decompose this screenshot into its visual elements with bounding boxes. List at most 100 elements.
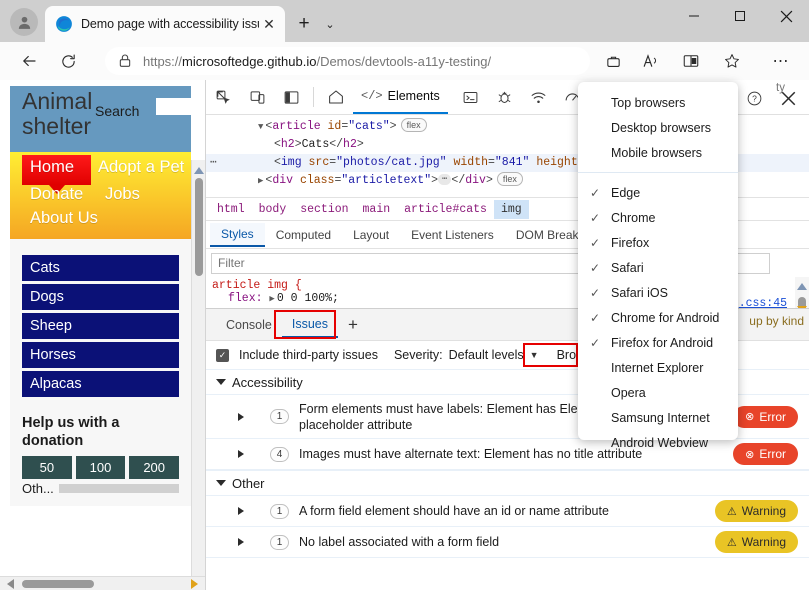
expand-triangle-icon[interactable]: [238, 450, 244, 458]
device-toolbar-icon[interactable]: [242, 82, 272, 112]
menu-item-safari[interactable]: ✓ Safari: [578, 255, 738, 280]
favorite-button[interactable]: [719, 48, 745, 74]
search-input[interactable]: [156, 98, 205, 115]
menu-item-edge[interactable]: ✓ Edge: [578, 180, 738, 205]
menu-item-android-webview[interactable]: Android Webview: [578, 430, 738, 455]
browser-menu-button[interactable]: ⋯: [768, 48, 794, 74]
collapsed-content-icon[interactable]: ⋯: [438, 174, 451, 185]
scroll-thumb-horizontal[interactable]: [22, 580, 94, 588]
dock-side-icon[interactable]: [276, 82, 306, 112]
back-button[interactable]: [16, 48, 42, 74]
nav-item-home[interactable]: Home: [30, 158, 74, 177]
home-icon[interactable]: [321, 82, 351, 112]
console-icon[interactable]: [456, 82, 486, 112]
window-close-button[interactable]: [763, 0, 809, 32]
drawer-right-icons: up by kind: [749, 314, 804, 328]
menu-item-samsung-internet[interactable]: Samsung Internet: [578, 405, 738, 430]
donation-amount-50[interactable]: 50: [22, 456, 72, 479]
scroll-thumb[interactable]: [195, 178, 203, 276]
category-item-horses[interactable]: Horses: [22, 342, 179, 368]
browser-tab[interactable]: Demo page with accessibility issu ✕: [45, 6, 285, 42]
scroll-up-icon[interactable]: [797, 280, 807, 290]
expand-triangle-icon[interactable]: [238, 413, 244, 421]
site-header: Animal shelter Search: [10, 86, 191, 152]
collections-button[interactable]: [600, 48, 626, 74]
profile-button[interactable]: [10, 8, 38, 36]
menu-item-safari-ios[interactable]: ✓ Safari iOS: [578, 280, 738, 305]
include-third-party-checkbox[interactable]: ✓: [216, 349, 229, 362]
category-list: Cats Dogs Sheep Horses Alpacas: [10, 239, 191, 397]
menu-item-firefox[interactable]: ✓ Firefox: [578, 230, 738, 255]
menu-item-chrome-for-android[interactable]: ✓ Chrome for Android: [578, 305, 738, 330]
chevron-down-icon[interactable]: [216, 480, 226, 486]
issue-group-header[interactable]: Other: [206, 471, 809, 496]
issue-count: 4: [270, 447, 289, 462]
collapse-triangle-icon[interactable]: ▶: [258, 176, 263, 186]
immersive-reader-button[interactable]: [678, 48, 704, 74]
category-item-sheep[interactable]: Sheep: [22, 313, 179, 339]
debugger-icon[interactable]: [490, 82, 520, 112]
url-bar[interactable]: https://microsoftedge.github.io/Demos/de…: [105, 47, 590, 75]
nav-item-donate[interactable]: Donate: [30, 185, 83, 204]
breadcrumb-item-img[interactable]: img: [494, 200, 529, 219]
category-item-cats[interactable]: Cats: [22, 255, 179, 281]
tab-computed[interactable]: Computed: [265, 224, 342, 246]
scroll-right-icon[interactable]: [191, 579, 201, 589]
category-item-alpacas[interactable]: Alpacas: [22, 371, 179, 397]
expand-triangle-icon[interactable]: ▼: [258, 122, 263, 132]
breadcrumb-item-html[interactable]: html: [210, 200, 252, 219]
browser-filter-menu[interactable]: Top browsers Desktop browsers Mobile bro…: [578, 82, 738, 440]
add-drawer-tab-button[interactable]: +: [338, 315, 368, 335]
nav-item-jobs[interactable]: Jobs: [105, 185, 140, 204]
breadcrumb-item-body[interactable]: body: [252, 200, 294, 219]
menu-item-top-browsers[interactable]: Top browsers: [578, 90, 738, 115]
tab-list-dropdown-icon[interactable]: ⌄: [320, 14, 340, 34]
tab-issues[interactable]: Issues: [282, 312, 338, 338]
window-minimize-button[interactable]: [671, 0, 717, 32]
menu-item-desktop-browsers[interactable]: Desktop browsers: [578, 115, 738, 140]
expand-triangle-icon[interactable]: [238, 507, 244, 515]
network-icon[interactable]: [524, 82, 554, 112]
page-horizontal-scrollbar[interactable]: [0, 576, 205, 590]
tab-elements[interactable]: </> Elements: [353, 80, 448, 114]
menu-item-firefox-for-android[interactable]: ✓ Firefox for Android: [578, 330, 738, 355]
new-tab-button[interactable]: +: [292, 12, 316, 36]
donation-amount-200[interactable]: 200: [129, 456, 179, 479]
tab-layout[interactable]: Layout: [342, 224, 400, 246]
window-maximize-button[interactable]: [717, 0, 763, 32]
tab-styles[interactable]: Styles: [210, 223, 265, 247]
menu-item-mobile-browsers[interactable]: Mobile browsers: [578, 140, 738, 165]
more-options-icon[interactable]: ⋯: [210, 154, 218, 172]
breadcrumb-item-article[interactable]: article#cats: [397, 200, 494, 219]
chevron-down-icon[interactable]: [216, 379, 226, 385]
inspect-element-icon[interactable]: [208, 82, 238, 112]
tab-close-icon[interactable]: ✕: [259, 14, 279, 34]
nav-item-adopt-a-pet[interactable]: Adopt a Pet: [98, 158, 184, 177]
reload-button[interactable]: [55, 48, 81, 74]
flex-badge[interactable]: flex: [401, 118, 427, 132]
page-vertical-scrollbar[interactable]: [191, 160, 205, 590]
help-icon[interactable]: ?: [739, 83, 769, 113]
tab-console[interactable]: Console: [216, 313, 282, 337]
menu-item-chrome[interactable]: ✓ Chrome: [578, 205, 738, 230]
donation-amount-100[interactable]: 100: [76, 456, 126, 479]
breadcrumb-item-section[interactable]: section: [293, 200, 355, 219]
nav-item-about-us[interactable]: About Us: [30, 209, 98, 228]
donation-other-input[interactable]: [59, 484, 179, 493]
read-aloud-button[interactable]: [638, 48, 664, 74]
severity-value[interactable]: Default levels: [449, 348, 524, 362]
browser-window: Demo page with accessibility issu ✕ + ⌄: [0, 0, 809, 590]
flex-badge[interactable]: flex: [497, 172, 523, 186]
expand-triangle-icon[interactable]: [238, 538, 244, 546]
scroll-left-icon[interactable]: [4, 579, 14, 589]
scroll-up-icon[interactable]: [194, 164, 204, 174]
chevron-down-icon[interactable]: ▼: [530, 350, 539, 360]
issue-row[interactable]: 1 A form field element should have an id…: [206, 496, 809, 527]
flex-editor-triangle-icon[interactable]: ▶: [269, 294, 274, 304]
tab-event-listeners[interactable]: Event Listeners: [400, 224, 505, 246]
category-item-dogs[interactable]: Dogs: [22, 284, 179, 310]
menu-item-internet-explorer[interactable]: Internet Explorer: [578, 355, 738, 380]
issue-row[interactable]: 1 No label associated with a form field …: [206, 527, 809, 558]
breadcrumb-item-main[interactable]: main: [356, 200, 398, 219]
menu-item-opera[interactable]: Opera: [578, 380, 738, 405]
